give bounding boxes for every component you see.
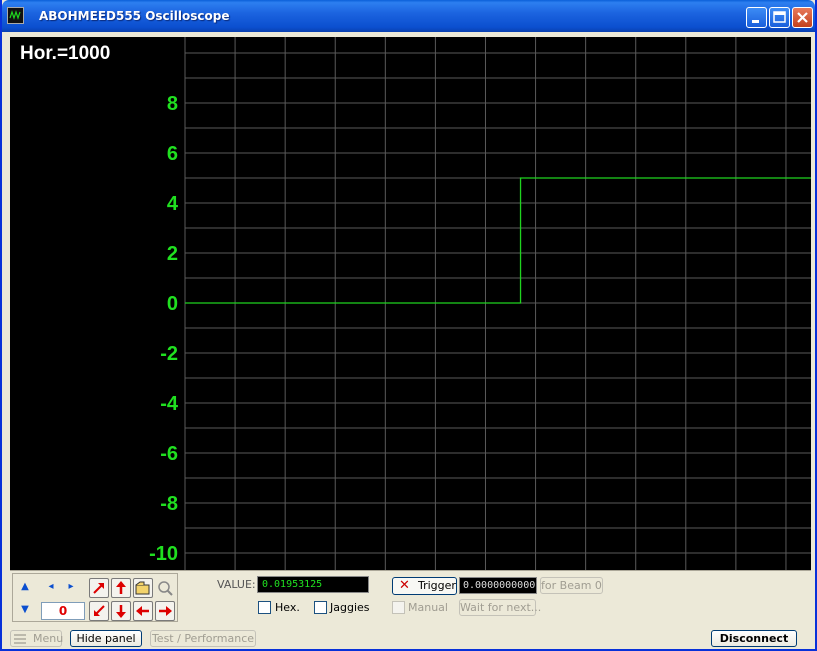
y-tick-label: -2 [160, 343, 178, 365]
y-tick-label: 6 [167, 143, 178, 165]
arrow-down-icon [116, 605, 126, 618]
test-performance-button[interactable]: Test / Performance [150, 630, 256, 647]
zoom-button[interactable] [155, 578, 175, 598]
close-button[interactable] [792, 7, 813, 28]
y-tick-label: -8 [160, 493, 178, 515]
wait-for-next-button[interactable]: Wait for next... [459, 599, 541, 616]
scroll-up-button[interactable]: ▲ [17, 578, 33, 596]
signal-trace [185, 177, 811, 304]
menu-label: Menu [33, 632, 64, 645]
trigger-label: Trigger [418, 579, 456, 592]
arrow-left-icon [136, 606, 149, 616]
arrow-up-icon [116, 581, 126, 594]
scope-display[interactable]: 8 6 4 2 0 -2 -4 -6 -8 -10 Hor.=1000 [10, 37, 811, 570]
zoom-in-diagonal-button[interactable] [89, 578, 109, 598]
y-tick-label: 0 [167, 293, 178, 315]
jaggies-label: Jaggies [330, 601, 370, 614]
manual-label: Manual [408, 601, 448, 614]
y-tick-label: -4 [160, 393, 179, 415]
for-beam-button[interactable]: for Beam 0 [540, 577, 603, 594]
triangle-left-icon: ◂ [48, 581, 54, 592]
y-tick-label: 4 [167, 193, 179, 215]
scope-plot: 8 6 4 2 0 -2 -4 -6 -8 -10 [149, 37, 811, 570]
folder-icon [135, 581, 150, 595]
hide-panel-button[interactable]: Hide panel [70, 630, 142, 647]
move-down-button[interactable] [111, 601, 131, 621]
trigger-button[interactable]: ✕ Trigger [392, 577, 457, 595]
triangle-right-icon: ▸ [68, 581, 74, 592]
trigger-value-field[interactable]: 0.0000000000 [459, 577, 537, 594]
title-bar[interactable]: ABOHMEED555 Oscilloscope [2, 0, 815, 32]
y-tick-label: -6 [160, 443, 178, 465]
hex-label: Hex. [275, 601, 300, 614]
move-left-button[interactable] [133, 601, 153, 621]
y-tick-labels: 8 6 4 2 0 -2 -4 -6 -8 -10 [149, 93, 179, 565]
step-left-button[interactable]: ◂ [43, 578, 59, 596]
y-tick-label: 2 [167, 243, 178, 265]
scroll-down-button[interactable]: ▼ [17, 601, 33, 619]
offset-value[interactable]: 0 [41, 602, 85, 620]
app-icon[interactable] [7, 7, 24, 24]
value-label: VALUE: [217, 578, 256, 591]
manual-checkbox[interactable] [392, 601, 405, 614]
menu-icon [14, 634, 26, 644]
horizontal-scale-label: Hor.=1000 [20, 43, 111, 64]
menu-button[interactable]: Menu [10, 630, 64, 647]
close-icon [797, 12, 808, 23]
arrow-down-left-icon [94, 605, 105, 616]
triangle-up-icon: ▲ [21, 581, 29, 592]
step-right-button[interactable]: ▸ [63, 578, 79, 596]
maximize-button[interactable] [769, 7, 790, 28]
hex-checkbox[interactable] [258, 601, 271, 614]
triangle-down-icon: ▼ [21, 604, 29, 615]
zoom-out-diagonal-button[interactable] [89, 601, 109, 621]
maximize-icon [773, 11, 786, 23]
trace-layer [185, 177, 811, 304]
value-display[interactable]: 0.01953125 [257, 576, 369, 593]
move-right-button[interactable] [155, 601, 175, 621]
disconnect-button[interactable]: Disconnect [711, 630, 797, 647]
oscilloscope-window: ABOHMEED555 Oscilloscope 8 6 4 2 0 -2 -4 -6 -8 -1… [0, 0, 817, 651]
y-tick-label: -10 [149, 543, 178, 565]
jaggies-checkbox[interactable] [314, 601, 327, 614]
move-up-button[interactable] [111, 578, 131, 598]
minimize-icon [752, 20, 759, 23]
minimize-button[interactable] [746, 7, 767, 28]
open-file-button[interactable] [133, 578, 153, 598]
magnifier-icon [158, 581, 173, 596]
control-panel: ▲ ▼ ◂ ▸ 0 VALUE: 0.01953125 Hex. Jaggies… [10, 570, 811, 625]
navigation-controls: ▲ ▼ ◂ ▸ 0 [12, 573, 178, 622]
arrow-right-icon [159, 606, 172, 616]
arrow-up-right-icon [93, 583, 104, 594]
window-title: ABOHMEED555 Oscilloscope [39, 9, 230, 23]
close-x-icon: ✕ [399, 578, 410, 593]
bottom-bar: Menu Hide panel Test / Performance Disco… [2, 627, 817, 649]
y-tick-label: 8 [167, 93, 178, 115]
